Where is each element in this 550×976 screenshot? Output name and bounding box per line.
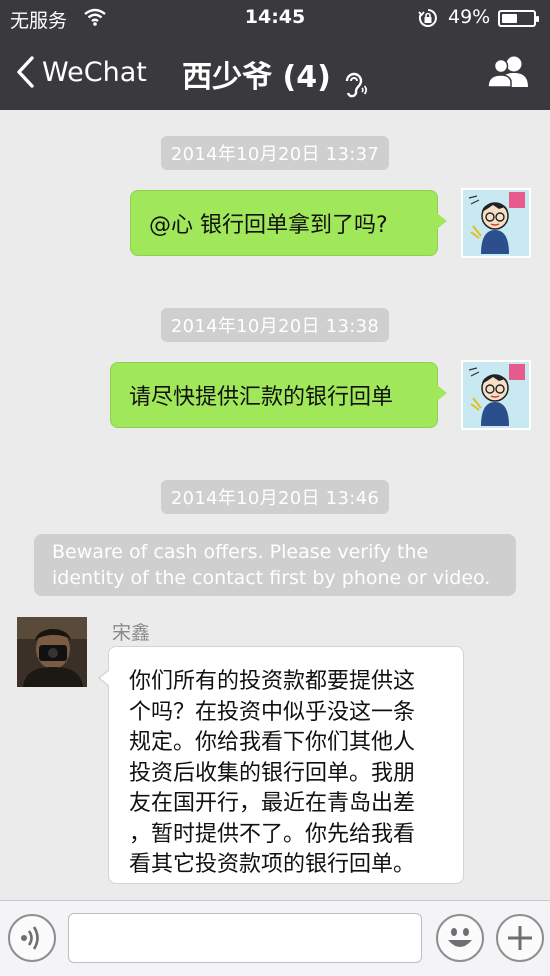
timestamp: 2014年10月20日 13:46: [0, 480, 550, 514]
chat-title: 西少爷 (4): [182, 60, 331, 95]
message-line: 规定。你给我看下你们其他人: [129, 730, 416, 755]
navigation-bar: WeChat 西少爷 (4): [0, 38, 550, 110]
input-bar: [0, 900, 550, 976]
plus-icon: [508, 926, 532, 950]
orientation-lock-icon: [418, 9, 437, 27]
timestamp: 2014年10月20日 13:37: [0, 136, 550, 170]
notice-line: identity of the contact first by phone o…: [52, 567, 491, 589]
voice-button[interactable]: [8, 914, 56, 962]
photo-avatar-image: [17, 617, 87, 687]
timestamp-label: 2014年10月20日 13:38: [160, 308, 390, 342]
timestamp-label: 2014年10月20日 13:46: [160, 480, 390, 514]
top-bar: 无服务 14:45 49% WeChat 西少爷 (4): [0, 0, 550, 110]
cartoon-avatar-image: [463, 362, 529, 428]
message-input[interactable]: [68, 913, 422, 963]
message-line: 投资后收集的银行回单。我朋: [129, 760, 416, 786]
earpiece-mode-icon: [345, 72, 367, 97]
cartoon-avatar-image: [463, 190, 529, 256]
security-notice: Beware of cash offers. Please verify the…: [34, 534, 516, 596]
my-avatar[interactable]: [461, 360, 531, 430]
emoji-button[interactable]: [436, 914, 484, 962]
battery-icon: [498, 10, 539, 27]
notice-line: Beware of cash offers. Please verify the: [52, 541, 429, 563]
timestamp-label: 2014年10月20日 13:37: [160, 136, 390, 170]
outgoing-message-bubble[interactable]: @心 银行回单拿到了吗?: [130, 190, 447, 256]
sender-avatar[interactable]: [17, 617, 87, 687]
message-line: 你们所有的投资款都要提供这: [129, 669, 416, 694]
message-line: 看其它投资款项的银行回单。: [129, 852, 416, 877]
message-text: 请尽快提供汇款的银行回单: [129, 385, 394, 410]
message-text: @心 银行回单拿到了吗?: [149, 213, 388, 238]
more-button[interactable]: [496, 914, 544, 962]
incoming-message-bubble[interactable]: 你们所有的投资款都要提供这 个吗？在投资中似乎没这一条 规定。你给我看下你们其他…: [98, 646, 464, 884]
timestamp: 2014年10月20日 13:38: [0, 308, 550, 342]
chat-screen: 无服务 14:45 49% WeChat 西少爷 (4) 2014年10月20日…: [0, 0, 550, 976]
sender-name: 宋鑫: [112, 622, 151, 644]
chat-title-area: 西少爷 (4): [0, 52, 550, 98]
message-line: ，暂时提供不了。你先给我看: [129, 821, 416, 847]
outgoing-message-bubble[interactable]: 请尽快提供汇款的银行回单: [110, 362, 447, 428]
message-line: 友在国开行，最近在青岛出差: [129, 791, 416, 816]
emoji-icon: [448, 928, 472, 947]
status-bar: 无服务 14:45 49%: [0, 0, 550, 38]
battery-percent: 49%: [448, 6, 491, 28]
my-avatar[interactable]: [461, 188, 531, 258]
message-line: 个吗？在投资中似乎没这一条: [129, 699, 416, 725]
voice-icon: [21, 926, 39, 950]
group-members-icon[interactable]: [486, 54, 530, 88]
battery-fill: [502, 14, 517, 23]
